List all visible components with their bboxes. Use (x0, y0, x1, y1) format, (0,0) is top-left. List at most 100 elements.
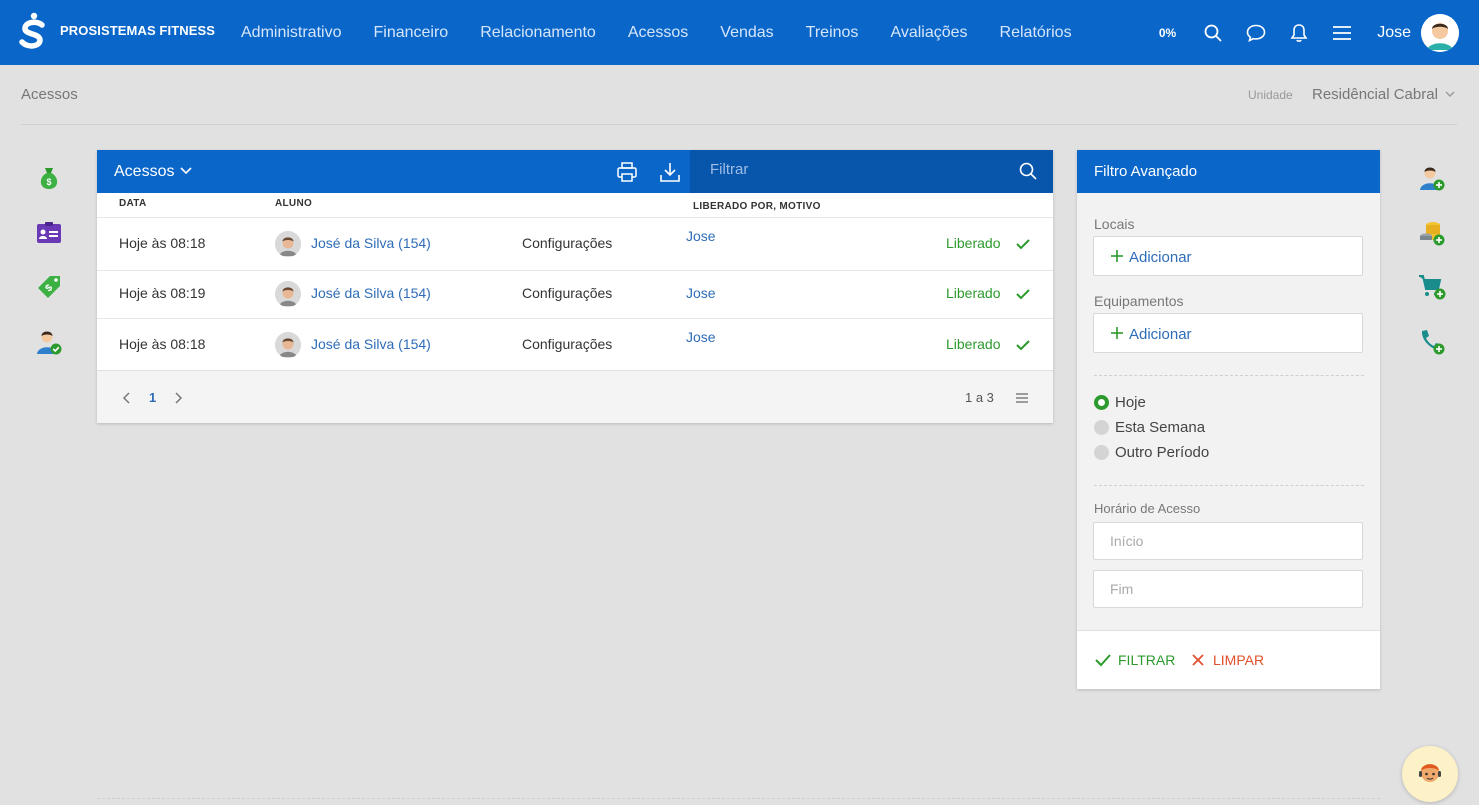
table-row[interactable]: Hoje às 08:19 José da Silva (154) Config… (97, 270, 1053, 318)
search-icon[interactable] (1202, 22, 1224, 44)
nav-administrativo[interactable]: Administrativo (241, 24, 341, 42)
apply-filter-label: FILTRAR (1118, 652, 1176, 668)
radio-other-period[interactable] (1094, 445, 1109, 460)
released-by-link[interactable]: Jose (686, 228, 716, 244)
price-tag-icon[interactable]: $ (35, 273, 63, 301)
divider (1094, 485, 1364, 486)
chevron-left-icon[interactable] (121, 391, 131, 405)
add-cart-icon[interactable] (1418, 273, 1446, 301)
filter-input[interactable] (710, 161, 1010, 178)
nav-acessos[interactable]: Acessos (628, 24, 688, 42)
print-icon[interactable] (616, 161, 638, 183)
filter-title: Filtro Avançado (1094, 163, 1198, 180)
id-card-icon[interactable] (35, 219, 63, 247)
student-link[interactable]: José da Silva (154) (311, 336, 431, 352)
top-navbar: PROSISTEMAS FITNESS Administrativo Finan… (0, 0, 1479, 65)
nav-relacionamento[interactable]: Relacionamento (480, 24, 596, 42)
accesses-panel: Acessos DATA ALUNO LIBERADO POR, MOTIVO … (97, 150, 1053, 423)
clear-filter-button[interactable]: LIMPAR (1191, 652, 1264, 668)
nav-right: 0% Jose (1159, 0, 1459, 65)
user-avatar[interactable] (1421, 13, 1459, 52)
divider (1094, 375, 1364, 376)
filter-actions: FILTRAR LIMPAR (1077, 630, 1380, 689)
nav-vendas[interactable]: Vendas (720, 24, 773, 42)
student-avatar (275, 332, 301, 358)
student-avatar (275, 281, 301, 307)
add-equipment-button[interactable]: Adicionar (1093, 313, 1363, 353)
plus-icon (1111, 327, 1123, 339)
user-name[interactable]: Jose (1377, 24, 1411, 42)
radio-today-label[interactable]: Hoje (1115, 394, 1146, 411)
money-bag-icon[interactable]: $ (35, 164, 63, 192)
add-local-label: Adicionar (1129, 249, 1192, 266)
table-row[interactable]: Hoje às 08:18 José da Silva (154) Config… (97, 318, 1053, 370)
row-reason: Configurações (522, 235, 613, 251)
record-count: 1 a 3 (965, 390, 994, 405)
table-row[interactable]: Hoje às 08:18 José da Silva (154) Config… (97, 217, 1053, 270)
end-time-input[interactable] (1093, 570, 1363, 608)
released-by-link[interactable]: Jose (686, 329, 716, 345)
radio-today[interactable] (1094, 395, 1109, 410)
column-header-student[interactable]: ALUNO (275, 193, 312, 217)
user-check-icon[interactable] (35, 328, 63, 356)
brand-name: PROSISTEMAS FITNESS (60, 23, 216, 38)
add-phone-icon[interactable] (1418, 328, 1446, 356)
check-icon (1016, 340, 1030, 351)
nav-treinos[interactable]: Treinos (806, 24, 859, 42)
divider (21, 124, 1457, 125)
add-local-button[interactable]: Adicionar (1093, 236, 1363, 276)
logo-icon[interactable] (18, 12, 48, 52)
chevron-down-icon[interactable] (1444, 88, 1456, 100)
panel-title[interactable]: Acessos (114, 163, 174, 181)
support-chat-button[interactable] (1402, 746, 1458, 802)
unit-select[interactable]: Residêncial Cabral (1312, 86, 1438, 103)
radio-this-week-label[interactable]: Esta Semana (1115, 419, 1205, 436)
add-user-icon[interactable] (1418, 164, 1446, 192)
advanced-filter-panel: Filtro Avançado Locais Adicionar Equipam… (1077, 150, 1380, 689)
download-icon[interactable] (659, 161, 681, 183)
page-number[interactable]: 1 (149, 390, 156, 405)
main-nav: Administrativo Financeiro Relacionamento… (241, 0, 1104, 65)
column-header-date[interactable]: DATA (119, 193, 147, 217)
list-options-icon[interactable] (1015, 392, 1029, 404)
progress-indicator[interactable]: 0% (1159, 26, 1176, 40)
equipamentos-label: Equipamentos (1094, 293, 1184, 309)
search-icon[interactable] (1019, 162, 1037, 180)
row-reason: Configurações (522, 336, 613, 352)
breadcrumb: Acessos (21, 86, 78, 103)
radio-other-period-label[interactable]: Outro Período (1115, 444, 1209, 461)
row-date: Hoje às 08:18 (119, 336, 206, 352)
pagination-bar: 1 1 a 3 (97, 370, 1053, 423)
locais-label: Locais (1094, 216, 1135, 232)
bell-icon[interactable] (1288, 22, 1310, 44)
row-reason: Configurações (522, 285, 613, 301)
check-icon (1095, 654, 1111, 667)
student-link[interactable]: José da Silva (154) (311, 285, 431, 301)
support-agent-icon (1419, 764, 1441, 782)
chevron-down-icon[interactable] (179, 165, 193, 177)
status-label: Liberado (946, 336, 1001, 352)
column-header-released-by[interactable]: LIBERADO POR, MOTIVO (693, 193, 821, 217)
chat-bubble-icon[interactable] (1245, 22, 1267, 44)
check-icon (1016, 239, 1030, 250)
add-equipment-label: Adicionar (1129, 326, 1192, 343)
divider (97, 798, 1380, 799)
hamburger-menu-icon[interactable] (1331, 22, 1353, 44)
nav-financeiro[interactable]: Financeiro (373, 24, 448, 42)
student-link[interactable]: José da Silva (154) (311, 235, 431, 251)
status-label: Liberado (946, 235, 1001, 251)
radio-this-week[interactable] (1094, 420, 1109, 435)
close-icon (1192, 654, 1204, 666)
row-date: Hoje às 08:19 (119, 285, 206, 301)
filter-box (690, 150, 1053, 193)
released-by-link[interactable]: Jose (686, 285, 716, 301)
nav-avaliacoes[interactable]: Avaliações (890, 24, 967, 42)
add-coins-icon[interactable] (1418, 219, 1446, 247)
row-date: Hoje às 08:18 (119, 235, 206, 251)
plus-icon (1111, 250, 1123, 262)
nav-relatorios[interactable]: Relatórios (1000, 24, 1072, 42)
apply-filter-button[interactable]: FILTRAR (1094, 652, 1175, 668)
chevron-right-icon[interactable] (174, 391, 184, 405)
start-time-input[interactable] (1093, 522, 1363, 560)
filter-header: Filtro Avançado (1077, 150, 1380, 193)
